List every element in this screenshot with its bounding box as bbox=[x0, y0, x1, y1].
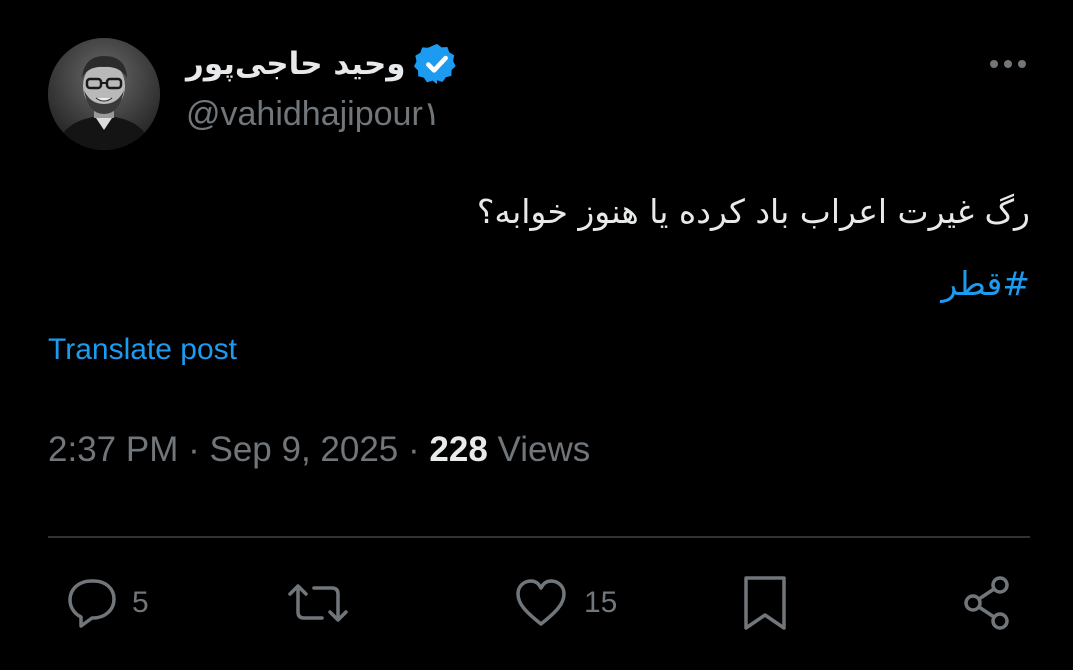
share-icon bbox=[964, 576, 1009, 630]
views-count: 228 bbox=[429, 430, 488, 469]
verified-badge-icon bbox=[413, 43, 456, 85]
divider bbox=[48, 536, 1030, 538]
author-handle[interactable]: @vahidhajipour١ bbox=[186, 94, 441, 134]
translate-post-link[interactable]: Translate post bbox=[48, 333, 237, 367]
profile-photo bbox=[48, 38, 160, 150]
share-button[interactable] bbox=[956, 572, 1018, 634]
hashtag-link[interactable]: #قطر bbox=[941, 262, 1030, 306]
bookmark-icon bbox=[744, 576, 786, 630]
views-label: Views bbox=[497, 430, 591, 469]
post-meta: 2:37 PM · Sep 9, 2025 · 228 Views bbox=[48, 430, 590, 470]
post-time[interactable]: 2:37 PM bbox=[48, 430, 178, 469]
meta-separator: · bbox=[408, 430, 420, 469]
repost-button[interactable] bbox=[282, 572, 354, 634]
post-date[interactable]: Sep 9, 2025 bbox=[209, 430, 398, 469]
avatar[interactable] bbox=[48, 38, 160, 150]
author-display-name[interactable]: وحید حاجی‌پور bbox=[186, 46, 406, 82]
reply-button[interactable]: 5 bbox=[60, 572, 149, 634]
reply-icon bbox=[68, 579, 116, 628]
repost-icon bbox=[288, 584, 348, 622]
more-horizontal-icon bbox=[990, 60, 1026, 68]
like-button[interactable]: 15 bbox=[512, 572, 617, 634]
like-count: 15 bbox=[584, 586, 618, 619]
meta-separator: · bbox=[188, 430, 200, 469]
bookmark-button[interactable] bbox=[738, 572, 792, 634]
more-options-button[interactable] bbox=[984, 48, 1032, 80]
reply-count: 5 bbox=[132, 586, 149, 619]
post-text: رگ غیرت اعراب باد کرده یا هنوز خوابه؟ bbox=[476, 192, 1030, 231]
heart-icon bbox=[516, 579, 566, 626]
author-name-row[interactable]: وحید حاجی‌پور bbox=[186, 38, 460, 90]
